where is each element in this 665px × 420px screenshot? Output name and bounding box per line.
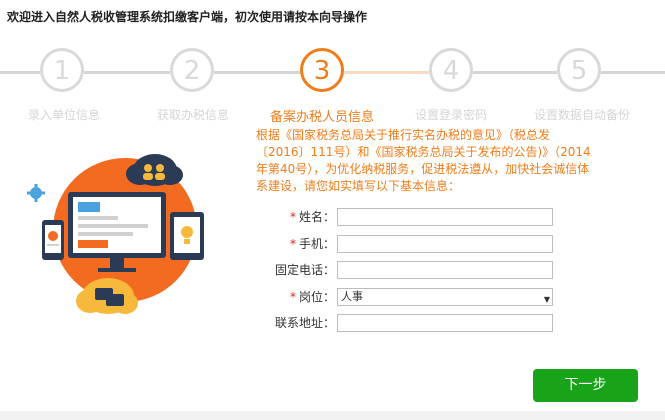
step-2-label: 获取办税信息	[156, 108, 229, 122]
step-5-circle: 5	[557, 48, 601, 92]
step-3-label: 备案办税人员信息	[269, 110, 374, 125]
position-row: * 岗位： 人事 ▼	[258, 286, 578, 308]
chevron-down-icon[interactable]: ▼	[544, 292, 550, 308]
gear-icon	[27, 184, 45, 202]
step-1-circle: 1	[40, 48, 84, 92]
progress-track	[344, 71, 429, 74]
progress-track	[0, 71, 40, 74]
step-4-circle: 4	[429, 48, 473, 92]
address-label: 联系地址：	[274, 316, 335, 330]
devices-illustration	[20, 138, 230, 328]
landline-label: 固定电话：	[274, 263, 335, 277]
phone-icon	[42, 220, 64, 260]
tablet-icon	[170, 212, 204, 260]
realname-notice: 根据《国家税务总局关于推行实名办税的意见》（税总发〔2016〕111号）和《国家…	[256, 128, 591, 193]
step-5-label: 设置数据自动备份	[533, 108, 630, 122]
progress-track	[473, 71, 557, 74]
address-input[interactable]	[337, 314, 553, 332]
step-1-label: 录入单位信息	[27, 108, 100, 122]
step-4-label: 设置登录密码	[414, 108, 487, 122]
phone-label: * 手机：	[289, 237, 335, 251]
position-value: 人事	[341, 290, 363, 303]
next-step-button[interactable]: 下一步	[533, 369, 638, 402]
phone-input[interactable]	[337, 235, 553, 253]
phone-row: * 手机：	[258, 233, 578, 255]
progress-track	[84, 71, 170, 74]
wizard-title: 欢迎进入自然人税收管理系统扣缴客户端，初次使用请按本向导操作	[7, 10, 368, 24]
wizard-header: 欢迎进入自然人税收管理系统扣缴客户端，初次使用请按本向导操作	[0, 0, 665, 34]
position-label: * 岗位：	[289, 290, 335, 304]
address-row: 联系地址：	[258, 312, 578, 334]
step-progress: 1 2 3 4 5 录入单位信息 获取办税信息 备案办税人员信息 设置登录密码 …	[0, 42, 665, 125]
progress-track	[214, 71, 300, 74]
name-row: * 姓名：	[258, 206, 578, 228]
name-input[interactable]	[337, 208, 553, 226]
position-select[interactable]: 人事 ▼	[337, 288, 553, 306]
progress-track	[601, 71, 665, 74]
step-3-circle: 3	[300, 48, 344, 92]
landline-input[interactable]	[337, 261, 553, 279]
footer-strip	[0, 411, 665, 420]
landline-row: 固定电话：	[258, 259, 578, 281]
name-label: * 姓名：	[289, 210, 335, 224]
step-2-circle: 2	[170, 48, 214, 92]
